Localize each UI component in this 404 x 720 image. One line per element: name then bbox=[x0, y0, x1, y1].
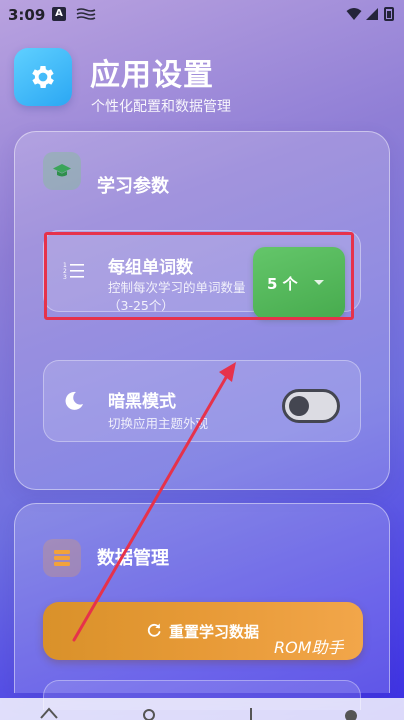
home-icon[interactable] bbox=[38, 704, 60, 720]
settings-icon[interactable] bbox=[340, 704, 362, 720]
watermark-text: ROM助手 bbox=[274, 638, 344, 657]
search-icon[interactable] bbox=[138, 704, 160, 720]
add-icon[interactable] bbox=[240, 704, 262, 720]
bottom-nav-bar bbox=[0, 698, 404, 720]
annotation-arrow bbox=[72, 362, 236, 642]
